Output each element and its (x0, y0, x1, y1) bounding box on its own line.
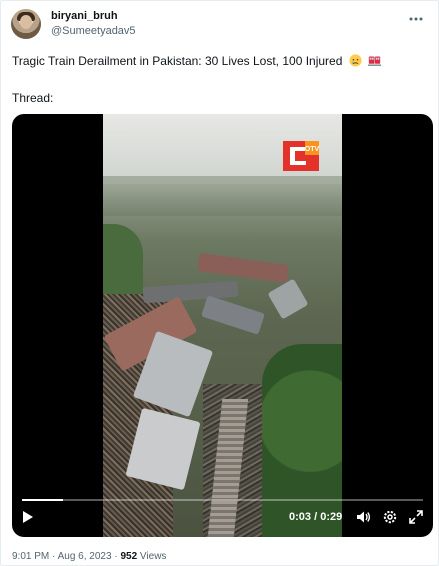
train-car (201, 295, 265, 335)
time-total: 0:29 (320, 511, 343, 523)
crying-face-emoji (349, 54, 362, 67)
tweet-card: biryani_bruh @Sumeetyadav5 Tragic Train … (0, 0, 439, 566)
more-dots (409, 17, 423, 21)
progress-fill (22, 499, 64, 501)
train-car (197, 252, 289, 284)
tweet-text: Tragic Train Derailment in Pakistan: 30 … (12, 54, 432, 69)
otv-logo-text: OTV (305, 146, 320, 153)
views-label: Views (139, 551, 167, 562)
video-controls: 0:03 / 0:29 (12, 495, 433, 537)
tweet-meta: 9:01 PM · Aug 6, 2023 · 952 Views (12, 551, 166, 562)
fullscreen-icon[interactable] (408, 509, 424, 525)
author-name[interactable]: biryani_bruh (51, 10, 118, 22)
time-separator: / (314, 511, 318, 523)
time-readout: 0:03 / 0:29 (289, 511, 342, 523)
author-handle[interactable]: @Sumeetyadav5 (51, 25, 136, 37)
tweet-text-body: Tragic Train Derailment in Pakistan: 30 … (12, 54, 343, 68)
more-options-icon[interactable] (408, 9, 424, 25)
tweet-date[interactable]: Aug 6, 2023 (58, 551, 112, 562)
tweet-time[interactable]: 9:01 PM (12, 551, 49, 562)
video-haze (103, 176, 342, 216)
progress-bar[interactable] (22, 499, 423, 501)
play-icon[interactable] (23, 511, 33, 523)
video-trees-left (103, 224, 143, 294)
otv-logo: OTV (283, 141, 320, 171)
time-current: 0:03 (289, 511, 312, 523)
meta-separator: · (114, 551, 118, 562)
train-car (267, 278, 309, 320)
video-frame[interactable]: OTV (103, 114, 342, 537)
settings-icon[interactable] (382, 509, 398, 525)
thread-label: Thread: (12, 91, 54, 105)
meta-separator: · (52, 551, 56, 562)
video-player[interactable]: OTV 0:03 / 0:29 (12, 114, 433, 537)
volume-icon[interactable] (355, 509, 371, 525)
views-count: 952 (120, 551, 138, 562)
avatar[interactable] (11, 9, 41, 39)
train-emoji (368, 56, 382, 66)
avatar-face (20, 15, 32, 29)
